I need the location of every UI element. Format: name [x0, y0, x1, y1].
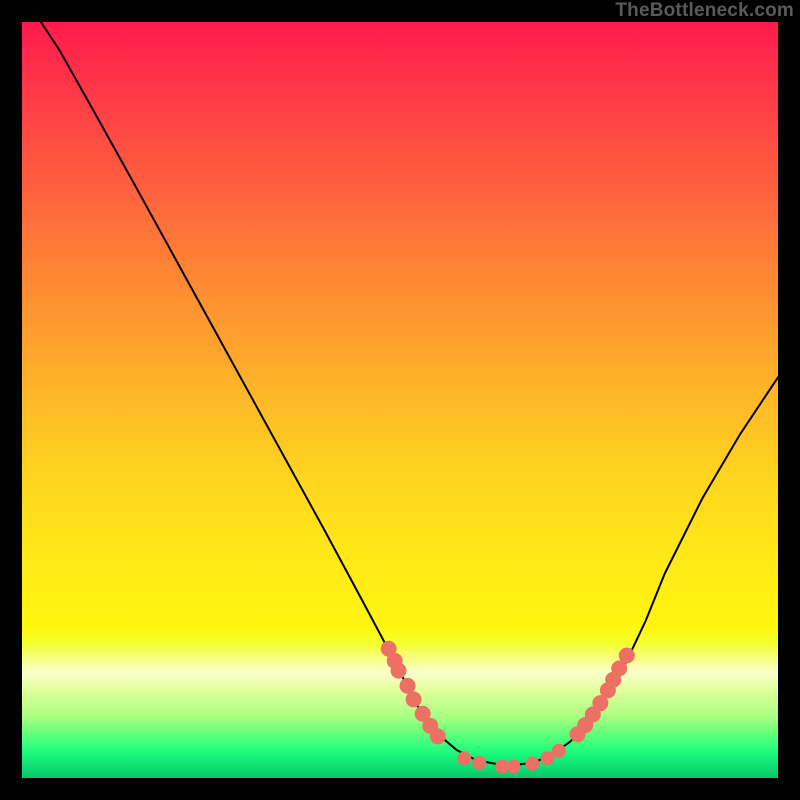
chart-plot-area: [22, 22, 778, 778]
data-marker-bottom: [552, 744, 566, 758]
viewport: TheBottleneck.com: [0, 0, 800, 800]
data-marker-left: [400, 678, 416, 694]
data-marker-bottom: [457, 751, 471, 765]
bottleneck-curve: [41, 22, 778, 765]
watermark-text: TheBottleneck.com: [615, 0, 794, 22]
data-marker-bottom: [472, 756, 486, 770]
data-marker-right: [619, 648, 635, 664]
chart-svg: [22, 22, 778, 778]
data-marker-left: [430, 728, 446, 744]
data-marker-left: [406, 691, 422, 707]
data-marker-bottom: [506, 760, 520, 774]
data-marker-bottom: [525, 757, 539, 771]
data-marker-left: [390, 663, 406, 679]
